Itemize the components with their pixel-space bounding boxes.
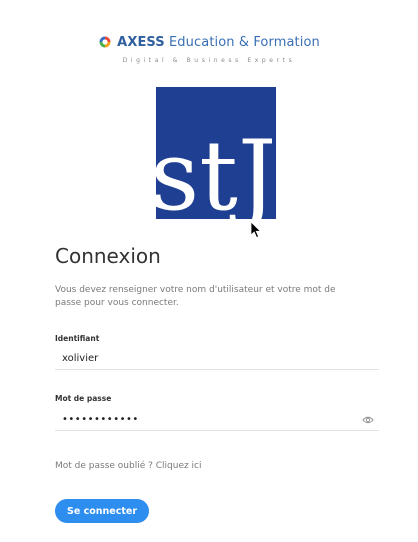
brand-tagline: Digital & Business Experts [122, 57, 296, 64]
login-button[interactable]: Se connecter [55, 499, 149, 523]
axess-ring-logo-icon [99, 36, 111, 48]
brand-header: AXESS Education & Formation Digital & Bu… [0, 34, 418, 64]
school-logo: stJo [156, 87, 276, 219]
school-logo-text: stJo [156, 120, 276, 219]
username-field[interactable] [55, 348, 379, 370]
login-page: AXESS Education & Formation Digital & Bu… [0, 0, 418, 542]
form-description: Vous devez renseigner votre nom d'utilis… [55, 285, 336, 308]
username-label: Identifiant [55, 334, 100, 343]
page-title: Connexion [55, 244, 161, 268]
password-field[interactable] [55, 409, 379, 431]
school-logo-image: stJo [156, 87, 276, 219]
brand-name: AXESS Education & Formation [117, 35, 320, 50]
password-label: Mot de passe [55, 394, 112, 403]
brand-name-strong: AXESS [117, 34, 165, 50]
eye-icon[interactable] [362, 415, 374, 425]
brand-row: AXESS Education & Formation [98, 35, 320, 50]
forgot-password-link[interactable]: Mot de passe oublié ? Cliquez ici [55, 461, 202, 471]
brand-name-rest: Education & Formation [164, 34, 320, 50]
mouse-pointer-icon [250, 221, 262, 239]
